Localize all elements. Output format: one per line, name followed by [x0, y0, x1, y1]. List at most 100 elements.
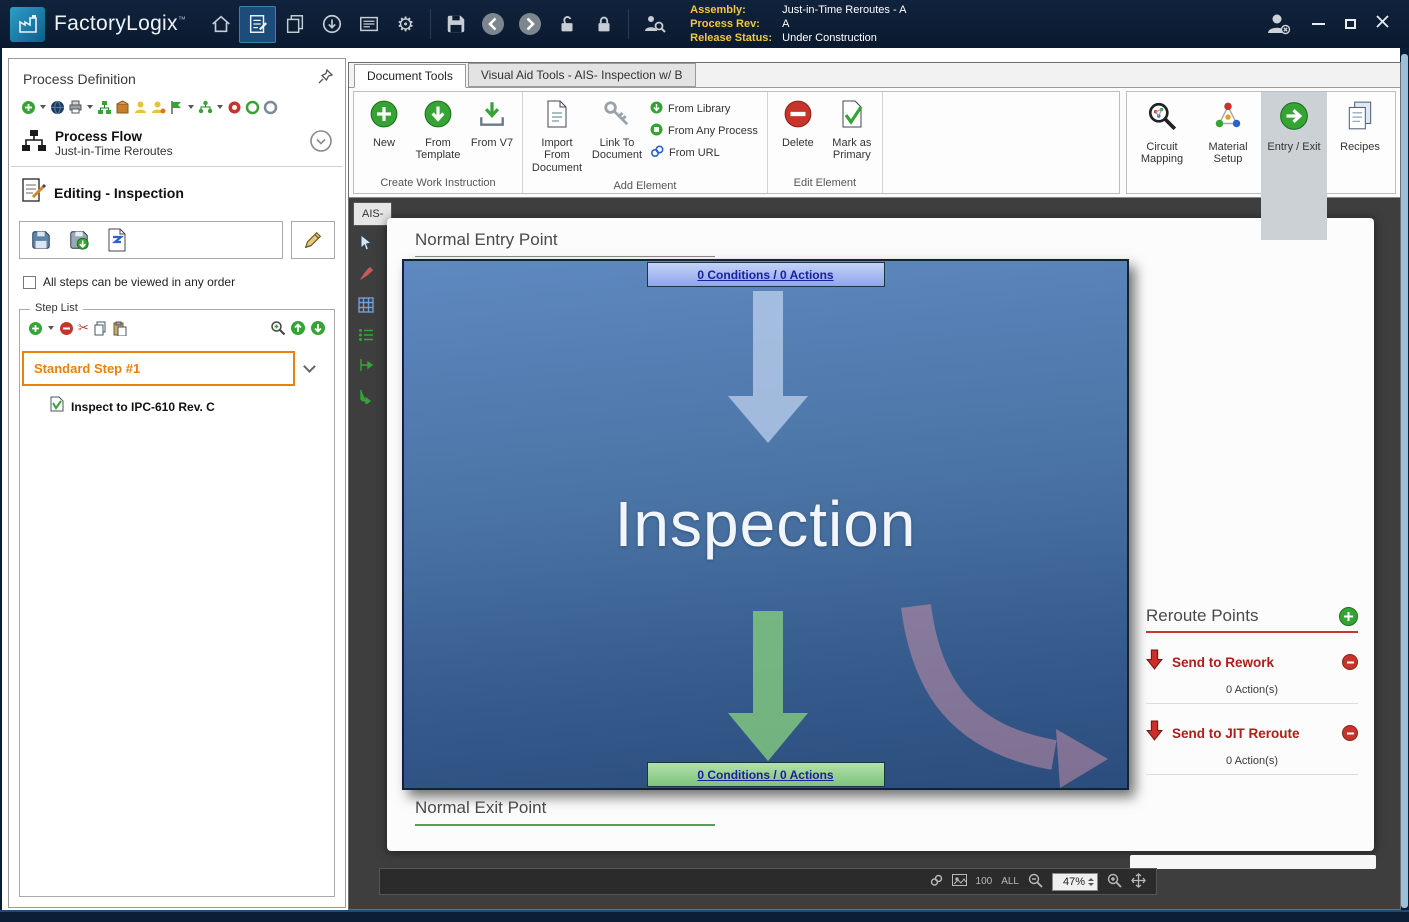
- zoom-100-label[interactable]: 100: [976, 876, 993, 887]
- process-definition-panel: Process Definition Process Flow: [8, 58, 346, 908]
- process-flow-row[interactable]: Process Flow Just-in-Time Reroutes: [9, 123, 345, 166]
- zoom-steps-icon[interactable]: [270, 319, 286, 337]
- user-star-icon[interactable]: [151, 98, 166, 116]
- zoom-all-label[interactable]: ALL: [1001, 876, 1019, 887]
- document-stack-icon[interactable]: [276, 6, 313, 43]
- milestone-dropdown-caret[interactable]: [188, 105, 194, 109]
- production-navigate-icon[interactable]: [313, 6, 350, 43]
- package-icon[interactable]: [115, 98, 130, 116]
- unlock-icon[interactable]: [548, 6, 585, 43]
- go-ring-icon[interactable]: [245, 98, 260, 116]
- order-checkbox[interactable]: [23, 276, 36, 289]
- from-url-button[interactable]: From URL: [650, 145, 758, 161]
- save-document-icon[interactable]: [26, 226, 56, 254]
- reroute-actions-count[interactable]: 0 Action(s): [1146, 684, 1358, 696]
- user-logoff-icon[interactable]: [1259, 6, 1296, 43]
- branch-tool-icon[interactable]: [358, 357, 374, 378]
- print-dropdown-caret[interactable]: [87, 105, 93, 109]
- minimize-button[interactable]: [1312, 23, 1325, 25]
- import-from-document-button[interactable]: Import From Document: [526, 93, 588, 177]
- circuit-mapping-button[interactable]: Circuit Mapping: [1129, 92, 1195, 193]
- inspection-node[interactable]: Inspection 0 Conditions / 0 Actions 0 Co…: [402, 259, 1129, 790]
- collapse-circle-icon[interactable]: [309, 129, 333, 158]
- reroute-arrow-icon: [1146, 649, 1163, 675]
- maximize-button[interactable]: [1345, 19, 1356, 29]
- step-child-item[interactable]: Inspect to IPC-610 Rev. C: [20, 388, 334, 423]
- user-icon[interactable]: [133, 98, 148, 116]
- add-step-dropdown-caret[interactable]: [48, 326, 54, 330]
- design-canvas[interactable]: AIS- Normal Entry Point: [349, 198, 1400, 909]
- move-step-up-icon[interactable]: [290, 319, 306, 337]
- flow-export-icon[interactable]: [97, 98, 112, 116]
- reroute-tool-icon[interactable]: [358, 388, 374, 409]
- tree-dropdown-caret[interactable]: [217, 105, 223, 109]
- add-reroute-button[interactable]: [1339, 607, 1358, 626]
- from-any-process-button[interactable]: From Any Process: [650, 123, 758, 139]
- from-library-button[interactable]: From Library: [650, 101, 758, 117]
- move-step-down-icon[interactable]: [310, 319, 326, 337]
- forward-icon[interactable]: [511, 6, 548, 43]
- back-icon[interactable]: [474, 6, 511, 43]
- news-reports-icon[interactable]: [350, 6, 387, 43]
- from-template-button[interactable]: From Template: [411, 93, 465, 164]
- save-icon[interactable]: [437, 6, 474, 43]
- settings-gear-icon[interactable]: ⚙: [387, 6, 424, 43]
- edit-pencil-icon[interactable]: [298, 226, 328, 254]
- tree-icon[interactable]: [198, 98, 213, 116]
- link-to-document-button[interactable]: Link To Document: [588, 93, 646, 164]
- add-step-icon[interactable]: [28, 319, 43, 337]
- pin-icon[interactable]: [318, 69, 333, 89]
- tab-document-tools[interactable]: Document Tools: [354, 64, 466, 88]
- zoom-level-input[interactable]: 47%: [1052, 873, 1098, 891]
- home-icon[interactable]: [202, 6, 239, 43]
- print-icon[interactable]: [68, 98, 83, 116]
- cut-icon[interactable]: ✂: [78, 319, 89, 337]
- entry-exit-editor-panel: Normal Entry Point Inspection 0 Conditio…: [387, 218, 1374, 851]
- export-document-icon[interactable]: [102, 226, 132, 254]
- save-as-template-icon[interactable]: [64, 226, 94, 254]
- from-v7-button[interactable]: From V7: [465, 93, 519, 151]
- tab-visual-aid-tools[interactable]: Visual Aid Tools - AIS- Inspection w/ B: [468, 63, 696, 87]
- chevron-down-icon[interactable]: [303, 360, 316, 373]
- image-view-icon[interactable]: [952, 874, 967, 889]
- pan-tool-icon[interactable]: [1131, 873, 1146, 891]
- exit-conditions-link[interactable]: 0 Conditions / 0 Actions: [647, 762, 885, 787]
- reroute-actions-count[interactable]: 0 Action(s): [1146, 755, 1358, 767]
- brush-tool-icon[interactable]: [358, 266, 374, 287]
- pointer-tool-icon[interactable]: [358, 234, 374, 256]
- list-tool-icon[interactable]: [358, 328, 374, 347]
- material-setup-button[interactable]: Material Setup: [1195, 92, 1261, 193]
- lock-icon[interactable]: [585, 6, 622, 43]
- grid-tool-icon[interactable]: [358, 297, 374, 318]
- web-icon[interactable]: [50, 98, 65, 116]
- process-definition-icon[interactable]: [239, 6, 276, 43]
- entry-exit-button[interactable]: Entry / Exit: [1261, 92, 1327, 193]
- delete-button[interactable]: Delete: [771, 93, 825, 151]
- zoom-in-icon[interactable]: [1107, 873, 1122, 891]
- remove-reroute-button[interactable]: [1342, 725, 1358, 741]
- record-icon[interactable]: [227, 98, 242, 116]
- material-setup-icon: [1212, 100, 1244, 136]
- close-button[interactable]: [1376, 15, 1389, 33]
- zoom-spinner[interactable]: [1088, 878, 1094, 886]
- add-dropdown-caret[interactable]: [40, 105, 46, 109]
- add-icon[interactable]: [21, 98, 36, 116]
- step-item-selected[interactable]: Standard Step #1: [22, 351, 295, 386]
- hold-ring-icon[interactable]: [263, 98, 278, 116]
- remove-reroute-button[interactable]: [1342, 654, 1358, 670]
- link-view-icon[interactable]: [930, 874, 943, 890]
- paste-icon[interactable]: [112, 319, 127, 337]
- audit-search-icon[interactable]: [635, 6, 672, 43]
- remove-step-icon[interactable]: [59, 319, 74, 337]
- new-button[interactable]: New: [357, 93, 411, 151]
- mark-as-primary-button[interactable]: Mark as Primary: [825, 93, 879, 164]
- recipes-button[interactable]: Recipes: [1327, 92, 1393, 193]
- entry-conditions-link[interactable]: 0 Conditions / 0 Actions: [647, 262, 885, 287]
- reroute-label[interactable]: Send to JIT Reroute: [1172, 726, 1333, 741]
- order-checkbox-row[interactable]: All steps can be viewed in any order: [9, 267, 345, 299]
- milestone-flag-icon[interactable]: [169, 98, 184, 116]
- copy-icon[interactable]: [93, 319, 108, 337]
- right-scroll-strip[interactable]: [1401, 54, 1408, 908]
- zoom-out-icon[interactable]: [1028, 873, 1043, 891]
- reroute-label[interactable]: Send to Rework: [1172, 655, 1333, 670]
